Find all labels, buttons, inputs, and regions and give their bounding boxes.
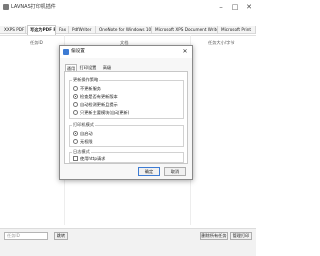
cancel-button[interactable]: 取消 — [164, 167, 186, 176]
radio-label: 自动检测更新且提示 — [80, 102, 118, 107]
close-icon[interactable]: ✕ — [242, 0, 256, 14]
settings-app-icon — [63, 49, 69, 55]
column-header-task-id[interactable]: 任务ID — [30, 40, 43, 46]
dialog-title-bar: 偏设置 ✕ — [60, 46, 192, 58]
radio-button[interactable] — [73, 139, 78, 144]
radio-label: 只更新主要模块(自动更新) — [80, 110, 130, 115]
radio-label: 不更新服务 — [80, 86, 101, 91]
column-header-task-size[interactable]: 任务大小/字节 — [208, 40, 235, 46]
radio-button-checked[interactable] — [73, 131, 78, 136]
tab-xxps-pdf[interactable]: XXPS PDF — [2, 26, 26, 34]
radio-button[interactable] — [73, 86, 78, 91]
radio-auto-start[interactable]: 自启动 — [73, 130, 178, 137]
radio-no-update[interactable]: 不更新服务 — [73, 85, 178, 92]
tab-pdf-writer-active[interactable]: 写这为PDF PDF — [27, 25, 56, 35]
ok-button[interactable]: 确定 — [138, 167, 160, 176]
go-button[interactable]: 跳转 — [54, 232, 68, 240]
printer-mode-label: 打印机模式 — [72, 122, 95, 128]
general-tab-panel: 更新操作策略 不更新服务 检查是否有更新版本 自动检测更新且提示 只更新主要模块… — [64, 71, 188, 164]
radio-main-module-only[interactable]: 只更新主要模块(自动更新) — [73, 109, 178, 116]
radio-button-checked[interactable] — [73, 94, 78, 99]
checkbox-label: 使用http请求 — [80, 156, 106, 161]
update-policy-label: 更新操作策略 — [72, 77, 100, 83]
task-id-input[interactable]: 任务ID — [4, 232, 48, 240]
tab-pdfwriter[interactable]: PdfWriter — [70, 26, 96, 34]
radio-auto-detect[interactable]: 自动检测更新且提示 — [73, 101, 178, 108]
checkbox-use-http[interactable]: 使用http请求 — [73, 155, 178, 162]
title-bar: LAVNAS打印机插件 – □ ✕ — [0, 0, 256, 14]
radio-no-permission[interactable]: 无权限 — [73, 138, 178, 145]
tab-xps-writer[interactable]: Microsoft XPS Document Writer — [153, 26, 218, 34]
tab-microsoft-print[interactable]: Microsoft Print — [219, 26, 256, 34]
app-icon — [3, 4, 9, 10]
maximize-icon[interactable]: □ — [228, 0, 242, 14]
window-title: LAVNAS打印机插件 — [11, 4, 56, 10]
close-icon[interactable]: ✕ — [180, 47, 190, 57]
minimize-icon[interactable]: – — [214, 0, 228, 14]
checkbox[interactable] — [73, 156, 78, 161]
radio-button[interactable] — [73, 102, 78, 107]
tab-onenote[interactable]: OneNote for Windows 10 — [97, 26, 152, 34]
radio-label: 检查是否有更新版本 — [80, 94, 118, 99]
radio-label: 无权限 — [80, 139, 93, 144]
radio-button[interactable] — [73, 110, 78, 115]
settings-dialog: 偏设置 ✕ 通用 打印设置 高级 更新操作策略 不更新服务 检查是否有更新版本 … — [59, 45, 193, 180]
radio-check-update[interactable]: 检查是否有更新版本 — [73, 93, 178, 100]
manage-printer-button[interactable]: 管理打印 — [230, 232, 252, 240]
delete-all-tasks-button[interactable]: 删除所有任务 — [200, 232, 228, 240]
radio-label: 自启动 — [80, 131, 93, 136]
tab-fax[interactable]: Fax — [57, 26, 69, 34]
dialog-title: 偏设置 — [71, 49, 85, 54]
